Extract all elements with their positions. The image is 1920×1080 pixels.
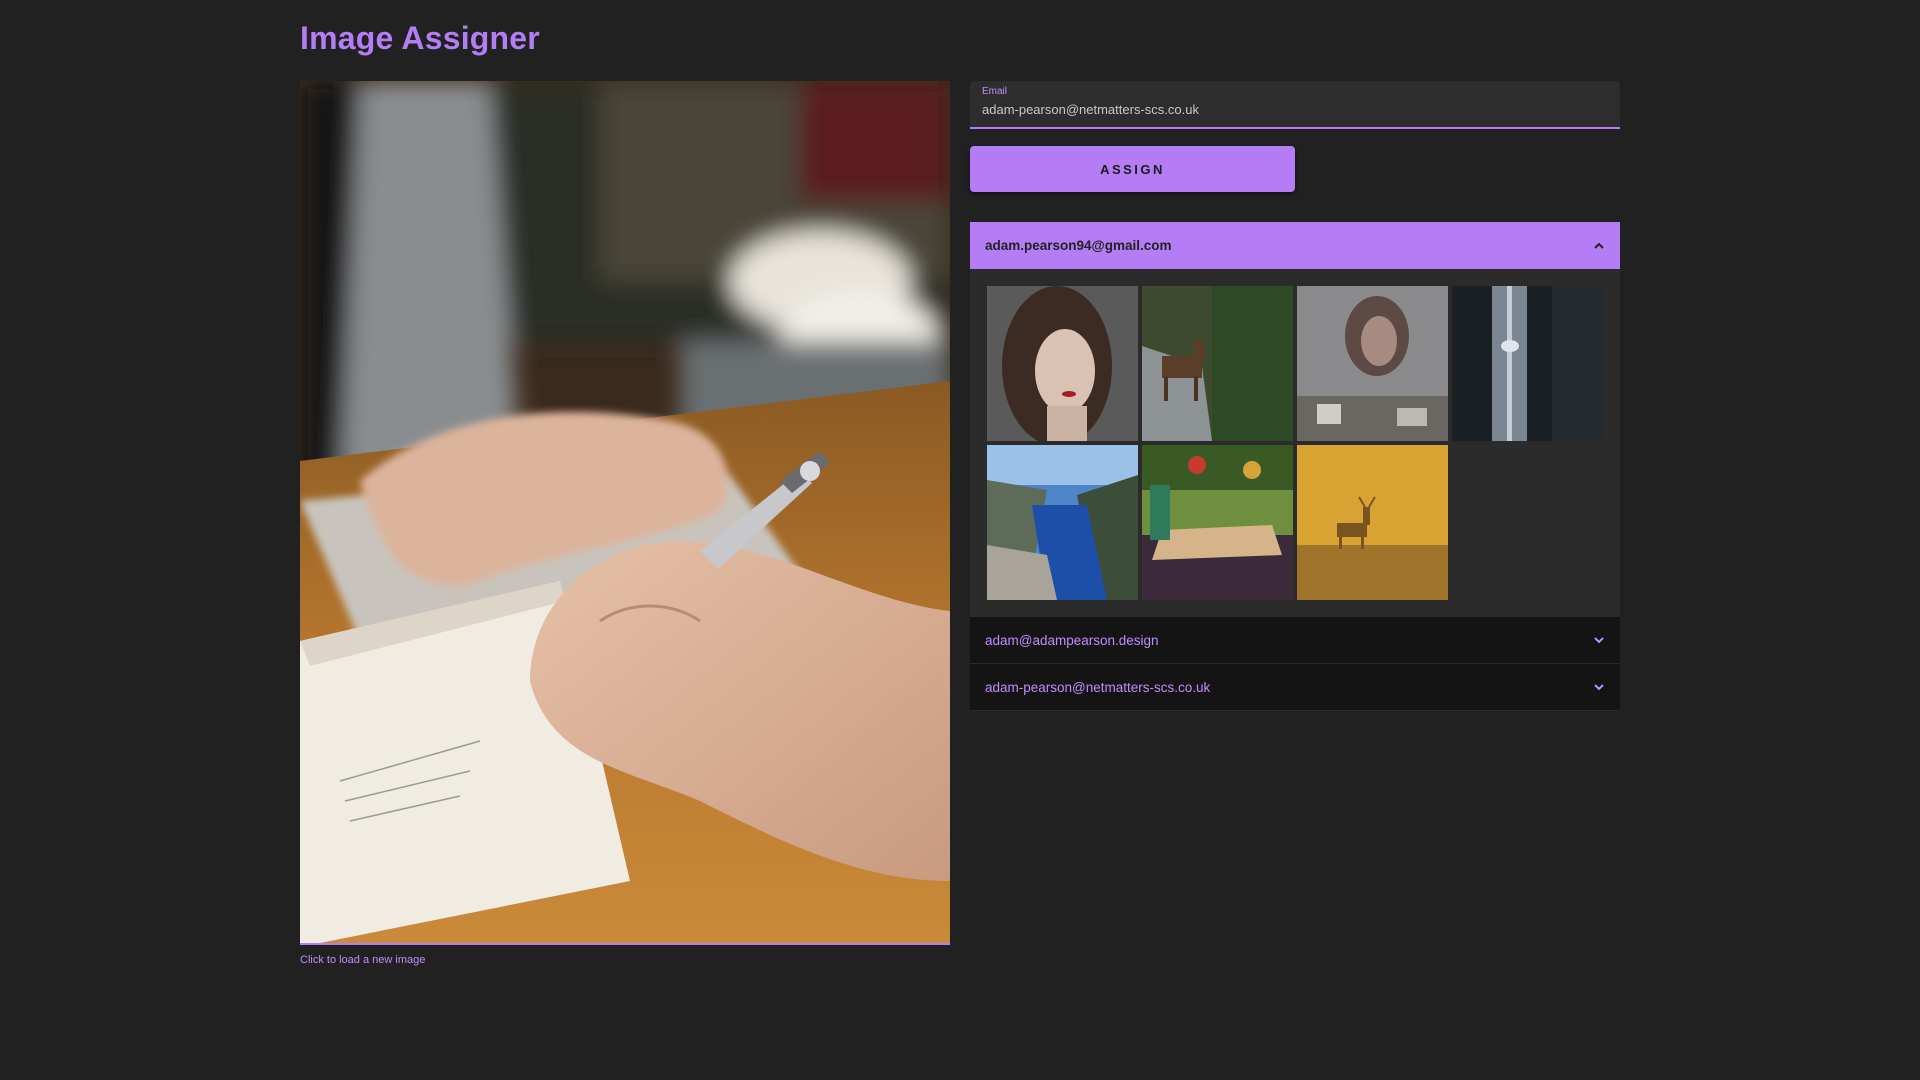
accordion-header-gmail[interactable]: adam.pearson94@gmail.com [970, 222, 1620, 269]
thumbnail-deer-forest[interactable] [1142, 286, 1293, 441]
email-input[interactable]: adam-pearson@netmatters-scs.co.uk [982, 102, 1199, 117]
thumbnail-woman-window[interactable] [1297, 286, 1448, 441]
thumbnail-cn-tower[interactable] [1452, 286, 1603, 441]
assignments-accordion: adam.pearson94@gmail.com adam@adampearso… [970, 222, 1620, 711]
email-label: Email [982, 86, 1008, 97]
accordion-email: adam@adampearson.design [985, 632, 1159, 648]
email-field[interactable]: Email adam-pearson@netmatters-scs.co.uk [970, 81, 1620, 129]
thumbnail-portrait-woman[interactable] [987, 286, 1138, 441]
accordion-email: adam.pearson94@gmail.com [985, 238, 1172, 253]
chevron-down-icon [1594, 637, 1604, 644]
chevron-down-icon [1594, 684, 1604, 691]
assign-button[interactable]: ASSIGN [970, 146, 1295, 192]
accordion-body-gmail [970, 269, 1620, 617]
thumbnail-grid [987, 286, 1603, 600]
thumbnail-cafe-table[interactable] [1142, 445, 1293, 600]
accordion-email: adam-pearson@netmatters-scs.co.uk [985, 679, 1211, 695]
load-image-hint[interactable]: Click to load a new image [300, 954, 425, 966]
thumbnail-deer-fog[interactable] [1297, 445, 1448, 600]
accordion-header-design[interactable]: adam@adampearson.design [970, 617, 1620, 664]
main-image[interactable] [300, 81, 950, 945]
accordion-header-netmatters[interactable]: adam-pearson@netmatters-scs.co.uk [970, 664, 1620, 711]
main-image-photo [300, 81, 950, 943]
page-title: Image Assigner [300, 20, 540, 56]
thumbnail-fjord[interactable] [987, 445, 1138, 600]
chevron-up-icon [1594, 242, 1604, 249]
